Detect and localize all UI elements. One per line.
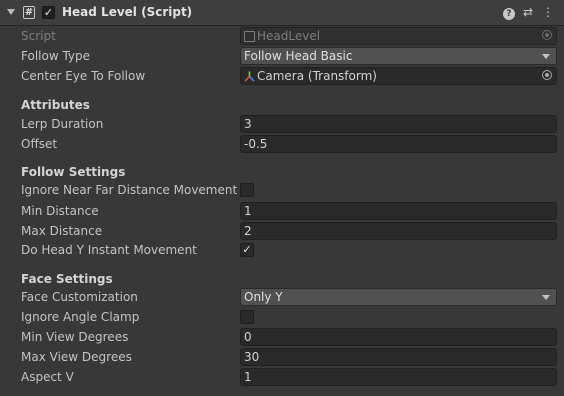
object-picker-icon[interactable] [542, 70, 552, 80]
presets-icon[interactable]: ⇄ [521, 5, 535, 19]
script-label: Script [21, 29, 56, 43]
help-icon-glyph: ? [503, 8, 515, 20]
face-customization-dropdown[interactable]: Only Y [240, 288, 557, 306]
head-y-instant-row: Do Head Y Instant Movement ✓ [0, 240, 564, 260]
ignore-angle-clamp-checkbox[interactable] [240, 310, 254, 324]
script-row: Script HeadLevel [0, 26, 564, 46]
max-view-degrees-row: Max View Degrees 30 [0, 347, 564, 367]
min-distance-input[interactable]: 1 [240, 202, 557, 220]
center-eye-row: Center Eye To Follow Camera (Transform) [0, 66, 564, 86]
max-distance-input[interactable]: 2 [240, 222, 557, 240]
face-customization-row: Face Customization Only Y [0, 287, 564, 307]
center-eye-value: Camera (Transform) [257, 69, 377, 83]
help-icon[interactable]: ? [502, 5, 516, 20]
object-picker-icon [542, 30, 552, 40]
head-y-instant-label: Do Head Y Instant Movement [21, 243, 197, 257]
ignore-near-far-label: Ignore Near Far Distance Movement [21, 183, 238, 197]
ignore-angle-clamp-label: Ignore Angle Clamp [21, 310, 140, 324]
script-asset-icon [244, 30, 255, 42]
lerp-duration-label[interactable]: Lerp Duration [21, 117, 103, 131]
offset-row: Offset -0.5 [0, 134, 564, 154]
max-distance-row: Max Distance 2 [0, 221, 564, 241]
lerp-duration-row: Lerp Duration 3 [0, 114, 564, 134]
ignore-near-far-checkbox[interactable] [240, 183, 254, 197]
follow-type-row: Follow Type Follow Head Basic [0, 46, 564, 66]
follow-settings-header: Follow Settings [21, 165, 126, 179]
offset-label[interactable]: Offset [21, 137, 57, 151]
max-view-degrees-label[interactable]: Max View Degrees [21, 350, 132, 364]
face-customization-value: Only Y [244, 290, 283, 304]
face-settings-header: Face Settings [21, 272, 113, 286]
script-value: HeadLevel [257, 29, 321, 43]
aspect-v-input[interactable]: 1 [240, 368, 557, 386]
offset-input[interactable]: -0.5 [240, 135, 557, 153]
center-eye-field[interactable]: Camera (Transform) [240, 67, 557, 85]
max-view-degrees-input[interactable]: 30 [240, 348, 557, 366]
follow-type-dropdown[interactable]: Follow Head Basic [240, 47, 557, 65]
min-view-degrees-input[interactable]: 0 [240, 328, 557, 346]
chevron-down-icon [542, 295, 550, 300]
ignore-angle-clamp-row: Ignore Angle Clamp [0, 307, 564, 327]
script-icon: # [23, 6, 35, 19]
component-enabled-checkbox[interactable]: ✓ [42, 6, 55, 19]
face-customization-label: Face Customization [21, 290, 138, 304]
component-title: Head Level (Script) [62, 5, 193, 19]
ignore-near-far-row: Ignore Near Far Distance Movement [0, 180, 564, 200]
min-distance-label[interactable]: Min Distance [21, 204, 99, 218]
transform-icon [244, 71, 255, 82]
context-menu-icon[interactable]: ⋮ [541, 5, 555, 19]
head-y-instant-checkbox[interactable]: ✓ [240, 243, 254, 257]
foldout-arrow-icon[interactable] [7, 9, 15, 15]
script-field: HeadLevel [240, 27, 557, 45]
min-view-degrees-label[interactable]: Min View Degrees [21, 330, 128, 344]
min-distance-row: Min Distance 1 [0, 201, 564, 221]
max-distance-label[interactable]: Max Distance [21, 224, 102, 238]
aspect-v-row: Aspect V 1 [0, 367, 564, 387]
component-header[interactable]: # ✓ Head Level (Script) ? ⇄ ⋮ [0, 0, 564, 26]
chevron-down-icon [542, 54, 550, 59]
follow-type-label: Follow Type [21, 49, 91, 63]
attributes-header: Attributes [21, 98, 90, 112]
center-eye-label: Center Eye To Follow [21, 69, 146, 83]
follow-type-value: Follow Head Basic [244, 49, 353, 63]
aspect-v-label[interactable]: Aspect V [21, 370, 74, 384]
lerp-duration-input[interactable]: 3 [240, 115, 557, 133]
min-view-degrees-row: Min View Degrees 0 [0, 327, 564, 347]
